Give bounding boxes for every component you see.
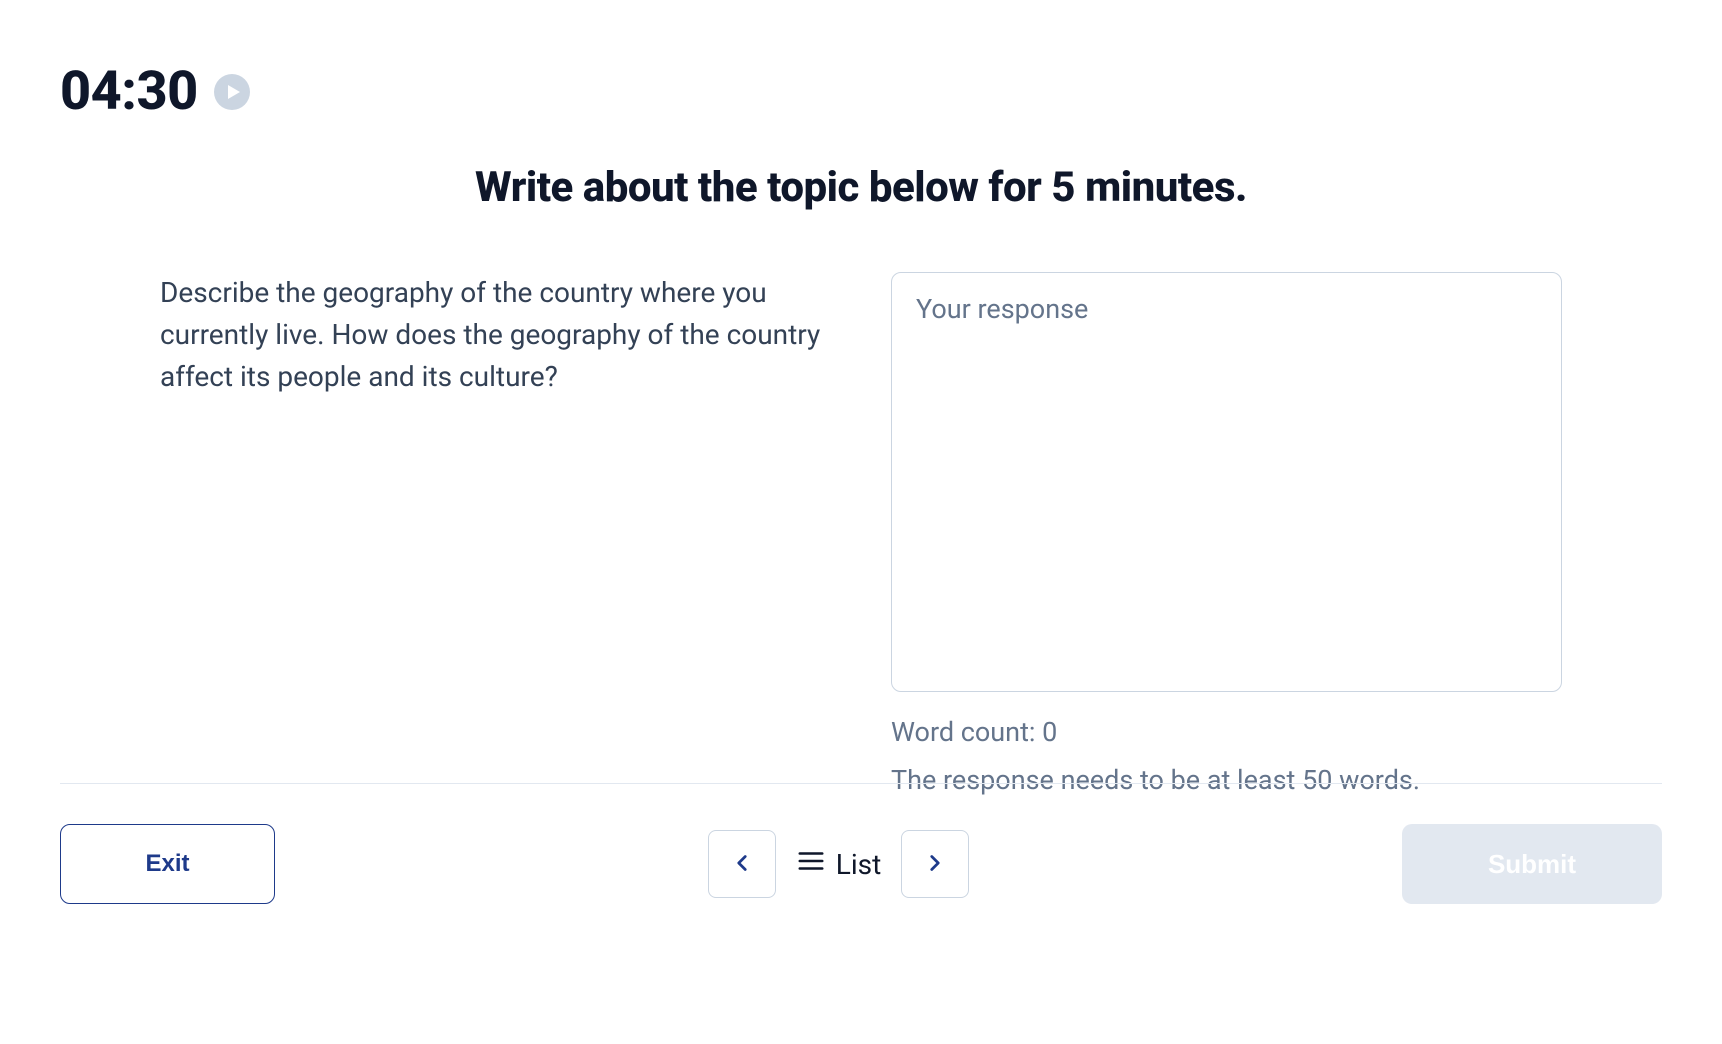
chevron-right-icon xyxy=(922,850,948,879)
list-label: List xyxy=(836,848,882,881)
nav-group: List xyxy=(708,830,970,898)
submit-button[interactable]: Submit xyxy=(1402,824,1662,904)
content-area: Describe the geography of the country wh… xyxy=(60,272,1662,796)
chevron-left-icon xyxy=(729,850,755,879)
footer-bar: Exit List xyxy=(60,783,1662,904)
next-button[interactable] xyxy=(901,830,969,898)
prompt-column: Describe the geography of the country wh… xyxy=(160,272,831,796)
timer-row: 04:30 xyxy=(60,60,1662,123)
exit-button[interactable]: Exit xyxy=(60,824,275,904)
prev-button[interactable] xyxy=(708,830,776,898)
response-column: Word count: 0 The response needs to be a… xyxy=(891,272,1562,796)
play-icon[interactable] xyxy=(214,74,250,110)
response-input[interactable] xyxy=(891,272,1562,692)
list-button[interactable]: List xyxy=(796,846,882,883)
list-icon xyxy=(796,846,826,883)
prompt-text: Describe the geography of the country wh… xyxy=(160,272,831,398)
word-count-label: Word count: 0 xyxy=(891,716,1562,748)
instruction-heading: Write about the topic below for 5 minute… xyxy=(60,163,1662,212)
timer-display: 04:30 xyxy=(60,60,198,123)
